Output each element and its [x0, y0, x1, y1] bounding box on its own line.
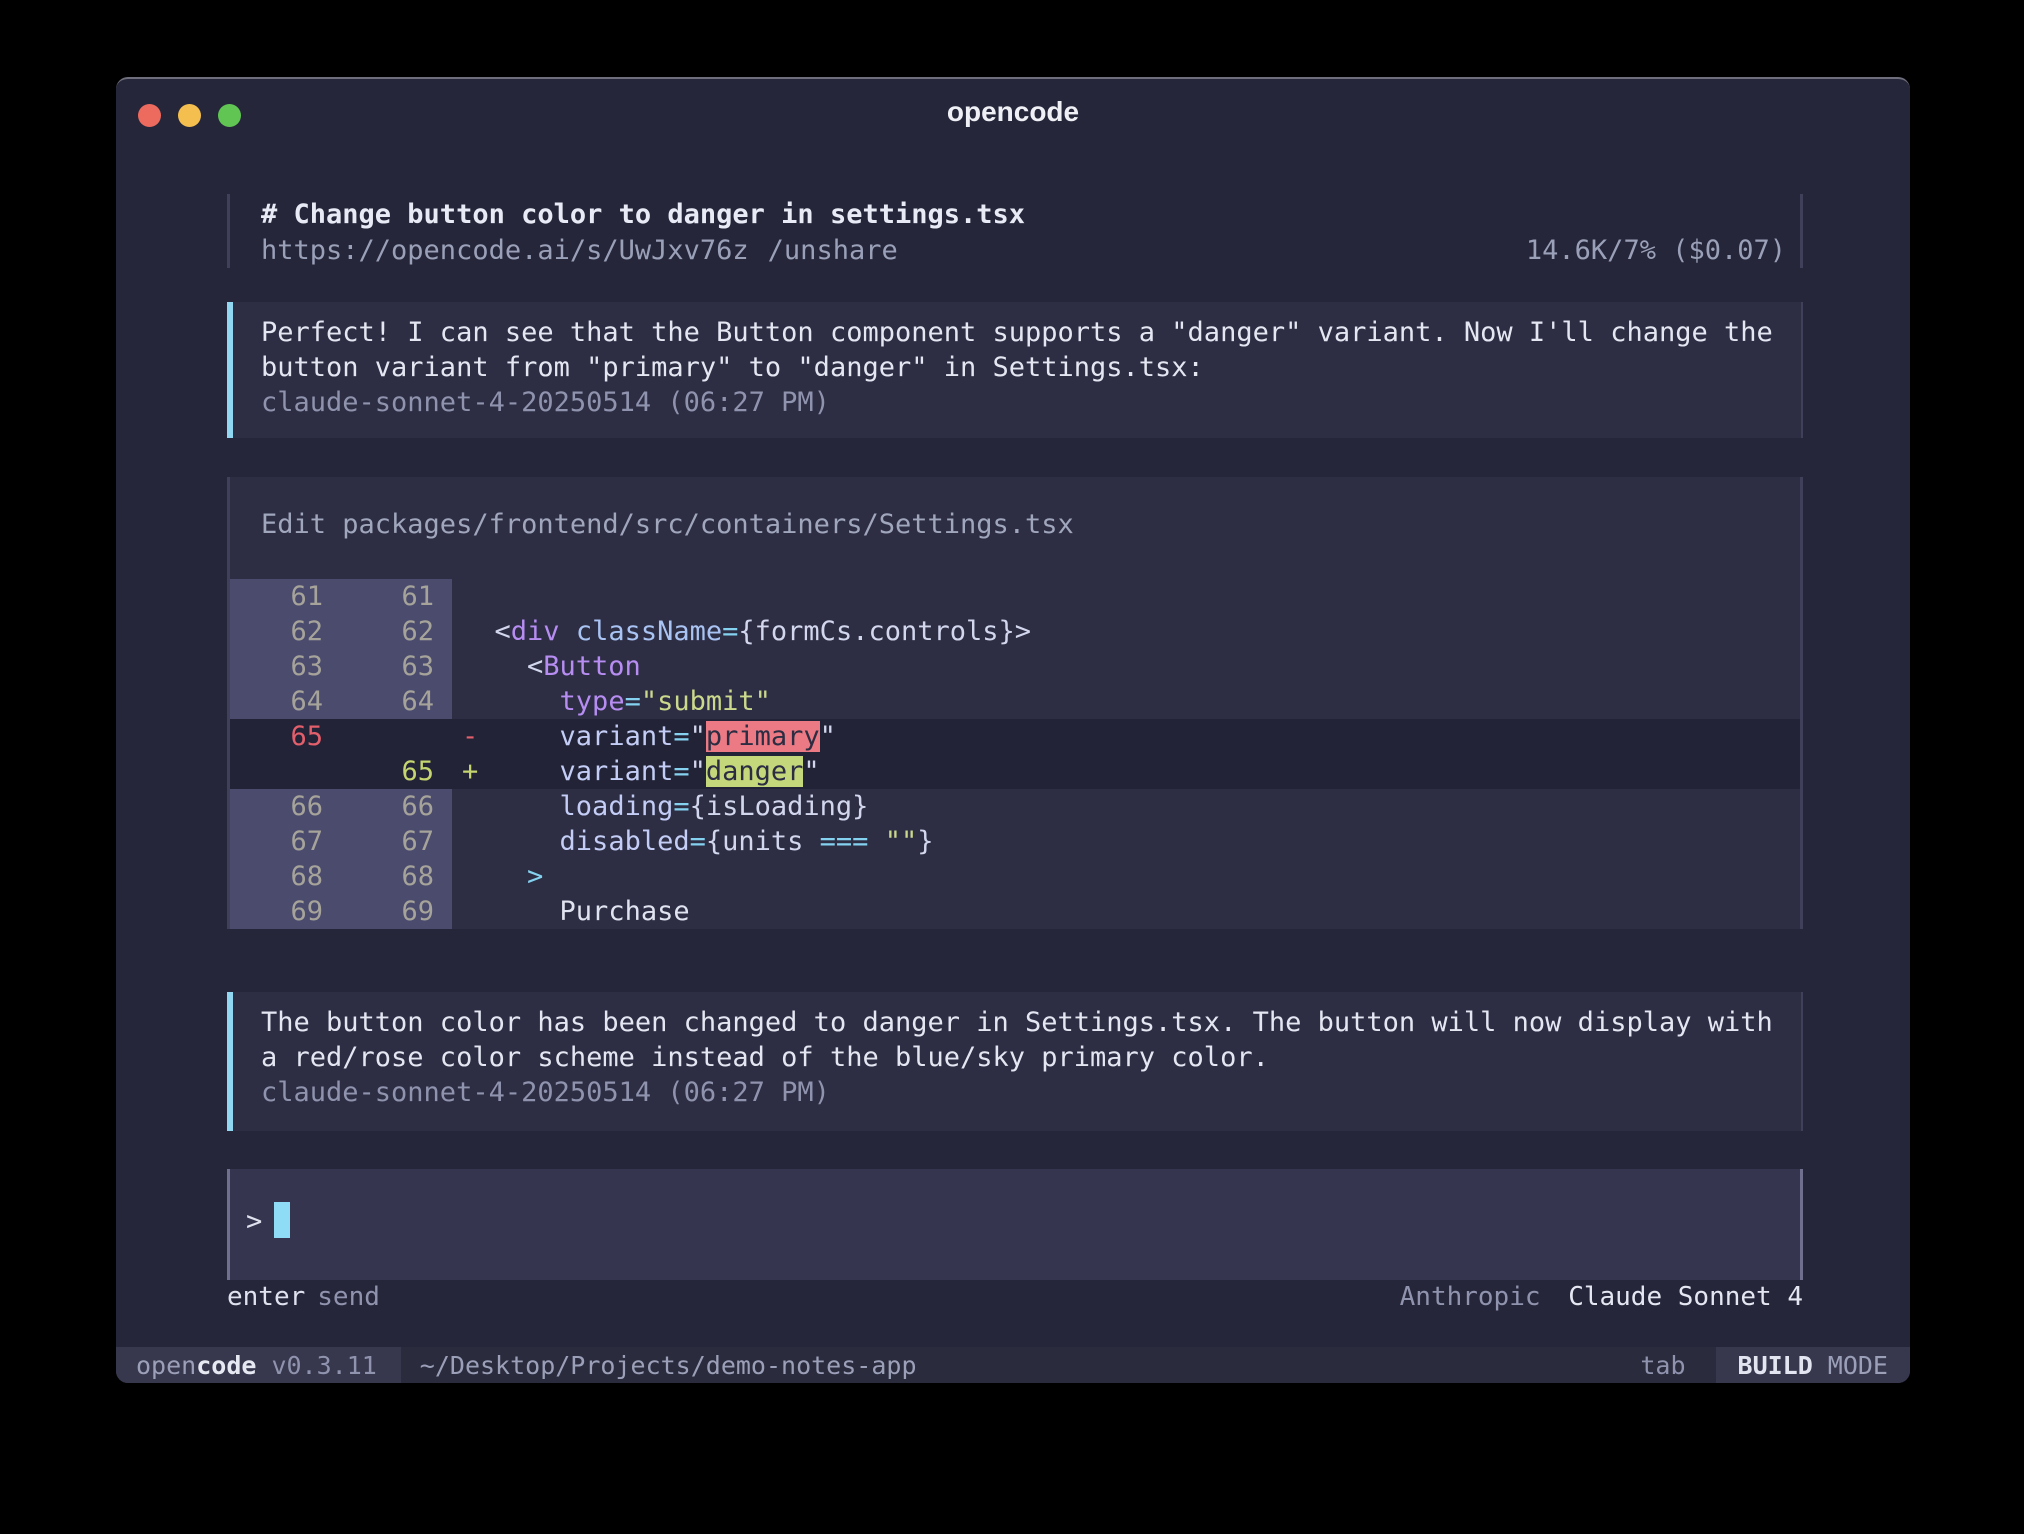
unshare-command[interactable]: /unshare	[768, 233, 898, 269]
provider-label: Anthropic	[1400, 1282, 1541, 1312]
working-directory: ~/Desktop/Projects/demo-notes-app	[420, 1351, 917, 1380]
session-title: # Change button color to danger in setti…	[261, 197, 1800, 233]
diff-code-line: >	[452, 859, 543, 894]
token-usage: 14.6K/7% ($0.07)	[1526, 233, 1800, 269]
message-line: a red/rose color scheme instead of the b…	[261, 1040, 1801, 1075]
status-bar: opencode v0.3.11 ~/Desktop/Projects/demo…	[116, 1347, 1910, 1383]
line-number-new: 66	[341, 789, 452, 824]
line-number-old	[230, 754, 341, 789]
app-version-segment: opencode v0.3.11	[116, 1347, 401, 1383]
line-number-new: 65	[341, 754, 452, 789]
line-number-old: 68	[230, 859, 341, 894]
diff-code-line: disabled={units === ""}	[452, 824, 933, 859]
diff-row: 6666 loading={isLoading}	[230, 789, 1800, 824]
line-number-old: 66	[230, 789, 341, 824]
diff-row: 6767 disabled={units === ""}	[230, 824, 1800, 859]
edit-tool-card: Edit packages/frontend/src/containers/Se…	[227, 477, 1803, 929]
diff-row: 65+ variant="danger"	[230, 754, 1800, 789]
diff-code-line: loading={isLoading}	[452, 789, 868, 824]
diff-view: 61616262 <div className={formCs.controls…	[230, 579, 1800, 929]
prompt-symbol: >	[246, 1206, 262, 1237]
line-number-new: 69	[341, 894, 452, 929]
diff-row: 6363 <Button	[230, 649, 1800, 684]
line-number-old: 63	[230, 649, 341, 684]
text-cursor	[274, 1202, 290, 1238]
message-text: Perfect! I can see that the Button compo…	[261, 315, 1801, 385]
prompt-input[interactable]: >	[227, 1169, 1803, 1280]
line-number-new	[341, 719, 452, 754]
app-name-open: open	[136, 1351, 196, 1380]
diff-row: 6161	[230, 579, 1800, 614]
message-model-timestamp: claude-sonnet-4-20250514 (06:27 PM)	[261, 385, 1801, 420]
message-model-timestamp: claude-sonnet-4-20250514 (06:27 PM)	[261, 1075, 1801, 1110]
diff-code-line: <div className={formCs.controls}>	[452, 614, 1031, 649]
line-number-old: 67	[230, 824, 341, 859]
diff-code-line: + variant="danger"	[452, 754, 820, 789]
mode-suffix: MODE	[1828, 1351, 1888, 1380]
mode-segment[interactable]: BUILD MODE	[1716, 1347, 1910, 1383]
diff-row: 6464 type="submit"	[230, 684, 1800, 719]
app-name-code: code	[196, 1351, 256, 1380]
diff-code-line: - variant="primary"	[452, 719, 836, 754]
line-number-old: 64	[230, 684, 341, 719]
line-number-old: 61	[230, 579, 341, 614]
line-number-old: 62	[230, 614, 341, 649]
line-number-new: 68	[341, 859, 452, 894]
window-title: opencode	[116, 96, 1910, 128]
session-header: # Change button color to danger in setti…	[227, 194, 1803, 268]
edit-tool-title: Edit packages/frontend/src/containers/Se…	[230, 477, 1800, 543]
message-line: Perfect! I can see that the Button compo…	[261, 315, 1801, 350]
diff-row: 6262 <div className={formCs.controls}>	[230, 614, 1800, 649]
opencode-window: opencode # Change button color to danger…	[116, 77, 1910, 1383]
hint-row: enter send Anthropic Claude Sonnet 4	[227, 1279, 1803, 1315]
app-version: v0.3.11	[271, 1351, 376, 1380]
mode-name: BUILD	[1738, 1351, 1813, 1380]
diff-code-line: Purchase	[452, 894, 690, 929]
message-line: The button color has been changed to dan…	[261, 1005, 1801, 1040]
diff-code-line: type="submit"	[452, 684, 771, 719]
diff-code-line: <Button	[452, 649, 641, 684]
assistant-message: Perfect! I can see that the Button compo…	[227, 302, 1803, 438]
assistant-message: The button color has been changed to dan…	[227, 992, 1803, 1131]
diff-row: 6868 >	[230, 859, 1800, 894]
diff-code-line	[452, 579, 462, 614]
message-line: button variant from "primary" to "danger…	[261, 350, 1801, 385]
model-label: Claude Sonnet 4	[1568, 1282, 1803, 1312]
line-number-new: 61	[341, 579, 452, 614]
message-text: The button color has been changed to dan…	[261, 1005, 1801, 1075]
line-number-new: 64	[341, 684, 452, 719]
line-number-old: 69	[230, 894, 341, 929]
line-number-new: 62	[341, 614, 452, 649]
share-url-link[interactable]: https://opencode.ai/s/UwJxv76z	[261, 233, 749, 269]
send-action-hint: send	[317, 1279, 380, 1315]
line-number-old: 65	[230, 719, 341, 754]
line-number-new: 67	[341, 824, 452, 859]
diff-row: 6969 Purchase	[230, 894, 1800, 929]
enter-key-hint: enter	[227, 1279, 305, 1315]
line-number-new: 63	[341, 649, 452, 684]
tab-key-hint: tab	[1640, 1351, 1685, 1380]
diff-row: 65 - variant="primary"	[230, 719, 1800, 754]
